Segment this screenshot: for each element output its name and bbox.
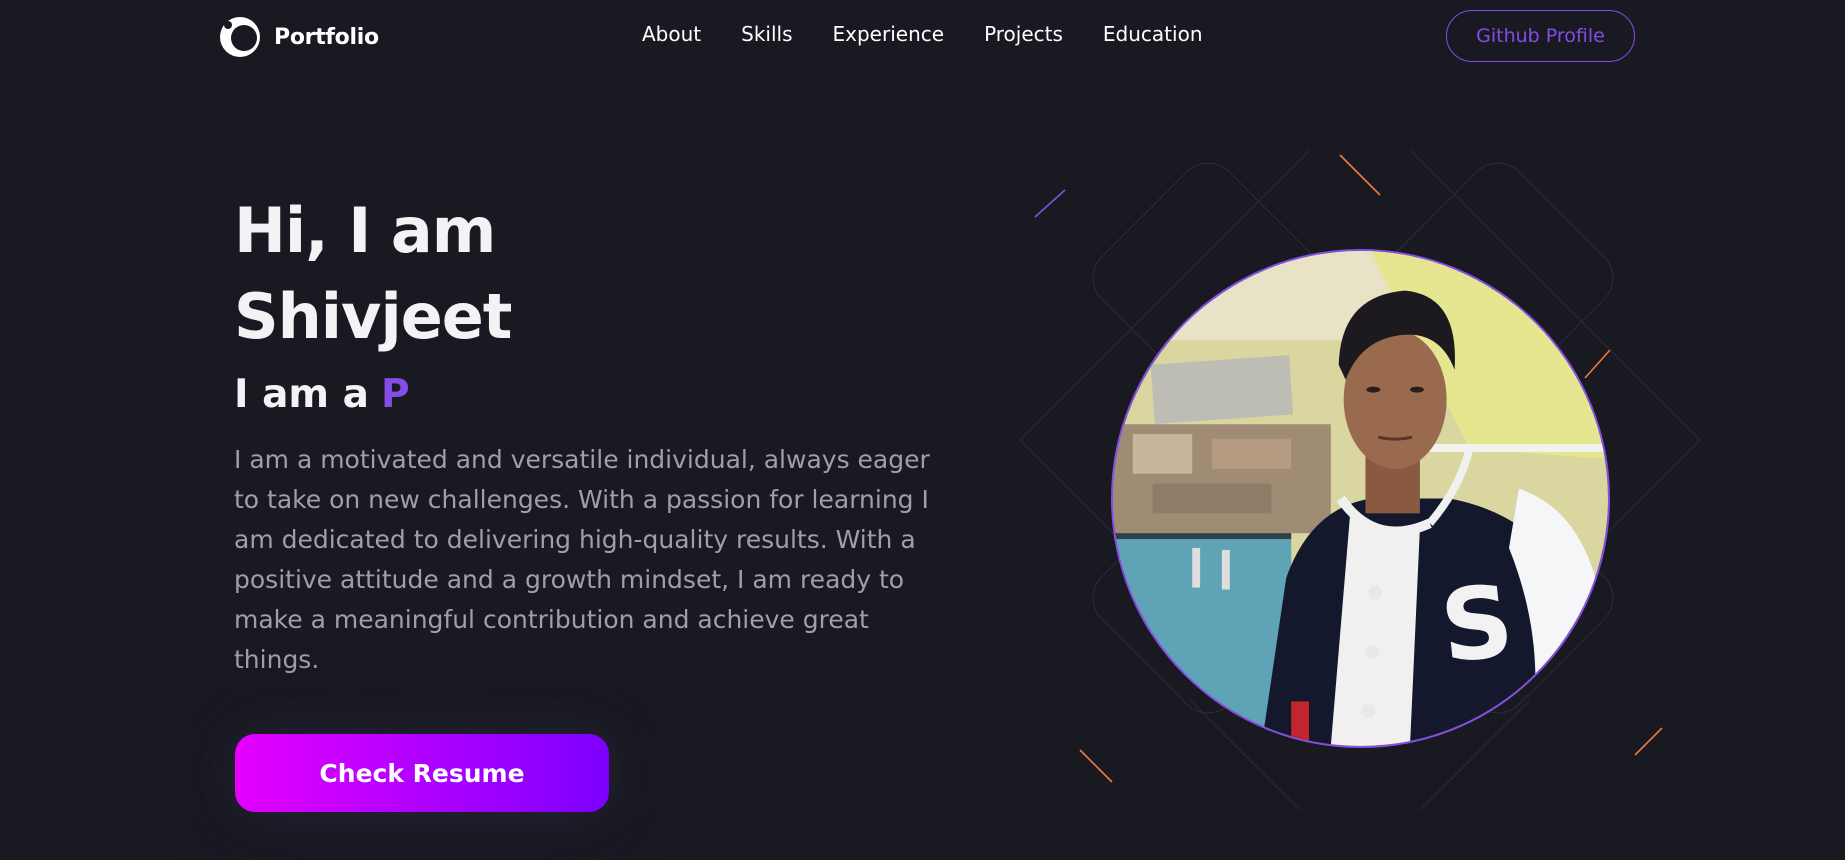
navbar: Portfolio About Skills Experience Projec… <box>0 0 1845 72</box>
hero-title-line-2: Shivjeet <box>234 280 512 353</box>
role-prefix: I am a <box>234 372 369 417</box>
github-profile-button[interactable]: Github Profile <box>1446 10 1635 62</box>
svg-text:S: S <box>1436 564 1519 686</box>
hero-title-line-1: Hi, I am <box>234 194 496 267</box>
nav-link-skills[interactable]: Skills <box>741 22 792 46</box>
hero-description: I am a motivated and versatile individua… <box>234 445 930 674</box>
role-typewriter-text: P <box>380 372 410 417</box>
page: Portfolio About Skills Experience Projec… <box>0 0 1845 860</box>
nav-link-projects[interactable]: Projects <box>984 22 1063 46</box>
profile-photo: S <box>1111 249 1610 748</box>
check-resume-button[interactable]: Check Resume <box>235 734 609 812</box>
nav-links: About Skills Experience Projects Educati… <box>642 22 1203 46</box>
crescent-logo-icon <box>220 17 260 57</box>
nav-link-experience[interactable]: Experience <box>833 22 945 46</box>
hero-title: Hi, I am Shivjeet <box>234 188 794 360</box>
nav-link-education[interactable]: Education <box>1103 22 1203 46</box>
nav-link-about[interactable]: About <box>642 22 701 46</box>
role-line: I am aP <box>234 372 410 417</box>
logo-text: Portfolio <box>274 24 379 50</box>
profile-photo-image: S <box>1113 251 1608 746</box>
logo-link[interactable]: Portfolio <box>218 15 379 59</box>
